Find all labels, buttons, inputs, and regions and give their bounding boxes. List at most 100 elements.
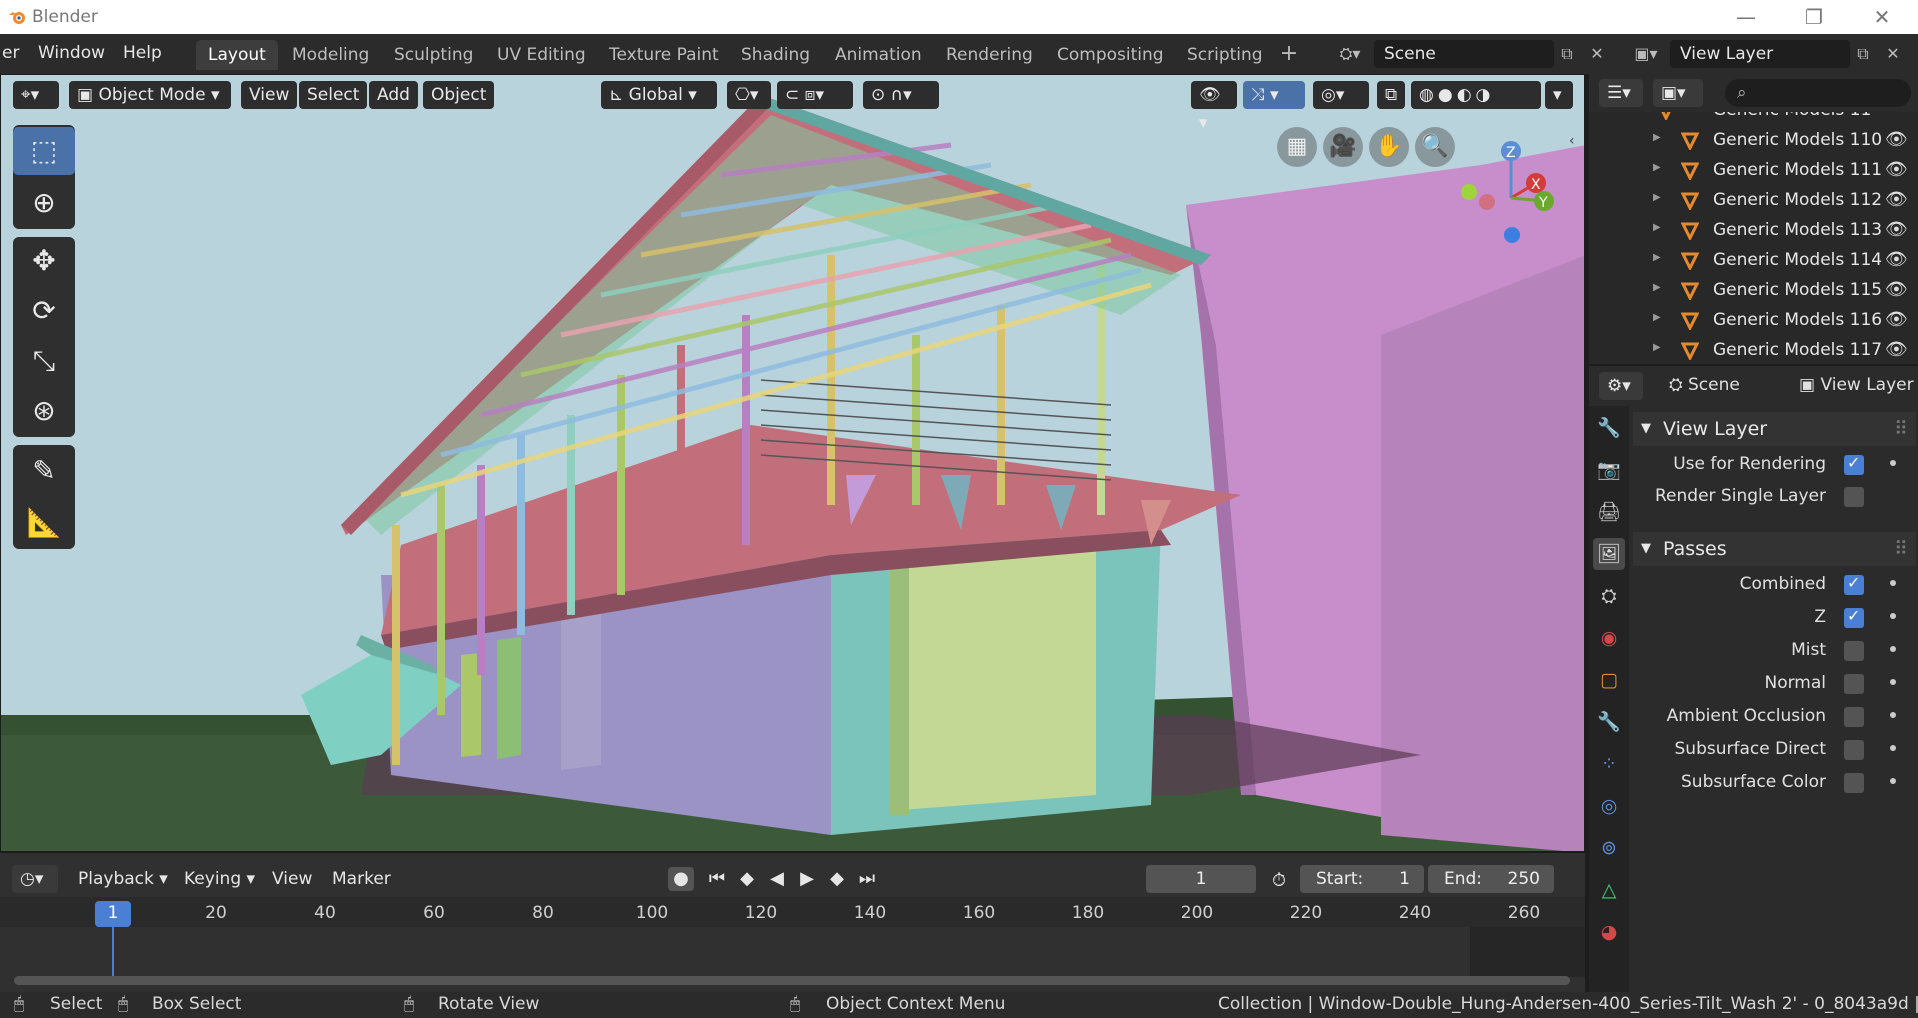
keyframe-dot-icon[interactable] xyxy=(1890,778,1896,784)
timeline-editor-type-icon[interactable]: ◷▾ xyxy=(12,865,58,893)
restore-icon[interactable]: ❐ xyxy=(1794,3,1834,31)
eye-icon[interactable]: 👁 xyxy=(1885,249,1908,270)
minimize-icon[interactable]: — xyxy=(1726,3,1766,31)
view-layer-breadcrumb[interactable]: ▣ View Layer xyxy=(1799,375,1914,395)
measure-icon[interactable]: 📐 xyxy=(13,499,75,547)
xray-icon[interactable]: ⧉ xyxy=(1377,81,1405,109)
outliner-editor-type-icon[interactable]: ☰▾ xyxy=(1599,79,1643,107)
copy-view-layer-icon[interactable]: ⧉ xyxy=(1850,40,1876,68)
tab-sculpting[interactable]: Sculpting xyxy=(382,40,485,70)
expand-arrow-icon[interactable]: ▶ xyxy=(1653,312,1661,323)
close-icon[interactable]: ✕ xyxy=(1862,3,1902,31)
object-menu[interactable]: Object xyxy=(423,81,495,109)
timeline-view-menu[interactable]: View xyxy=(272,869,312,889)
menu-window[interactable]: Window xyxy=(38,43,105,63)
pass-row[interactable]: Subsurface Direct xyxy=(1633,735,1916,765)
pass-row[interactable]: Z xyxy=(1633,603,1916,633)
material-shading-icon[interactable]: ◐ xyxy=(1457,85,1476,105)
pass-checkbox[interactable] xyxy=(1844,573,1864,595)
remove-view-layer-icon[interactable]: ✕ xyxy=(1880,40,1906,68)
scene-browse-icon[interactable]: ⛭▾ xyxy=(1330,40,1370,68)
select-menu[interactable]: Select xyxy=(299,81,368,109)
editor-type-icon[interactable]: ⌖▾ xyxy=(13,81,59,109)
expand-arrow-icon[interactable]: ▶ xyxy=(1653,132,1661,143)
list-item[interactable]: ▶ Generic Models 113 👁 xyxy=(1589,216,1918,246)
list-item[interactable]: ▶ Generic Models 115 👁 xyxy=(1589,276,1918,306)
object-tab-icon[interactable]: ▢ xyxy=(1593,664,1625,696)
gizmo-neg-x-icon[interactable] xyxy=(1479,194,1495,210)
shading-modes[interactable]: ◍●◐◑ xyxy=(1411,81,1541,109)
next-keyframe-icon[interactable]: ◆ xyxy=(824,867,850,891)
eye-icon[interactable]: 👁 xyxy=(1885,159,1908,180)
expand-arrow-icon[interactable]: ▶ xyxy=(1653,342,1661,353)
expand-arrow-icon[interactable]: ▶ xyxy=(1653,252,1661,263)
scale-icon[interactable]: ⤡ xyxy=(13,337,75,385)
overlays-icon[interactable]: ◎▾ xyxy=(1313,81,1369,109)
wireframe-shading-icon[interactable]: ◍ xyxy=(1419,85,1438,105)
pass-row[interactable]: Normal xyxy=(1633,669,1916,699)
pivot-point-icon[interactable]: ⎔▾ xyxy=(727,81,771,109)
passes-panel-header[interactable]: ▼ Passes ⠿ xyxy=(1633,532,1916,566)
pass-checkbox[interactable] xyxy=(1844,707,1864,727)
drag-handle-icon[interactable]: ⠿ xyxy=(1894,412,1908,446)
pass-checkbox[interactable] xyxy=(1844,773,1864,793)
record-icon[interactable]: ● xyxy=(668,867,694,891)
list-item[interactable]: ▶ Generic Models 117 👁 xyxy=(1589,336,1918,364)
gizmo-neg-z-icon[interactable] xyxy=(1504,227,1520,243)
expand-arrow-icon[interactable]: ▶ xyxy=(1653,282,1661,293)
list-item[interactable]: ▶ Generic Models 112 👁 xyxy=(1589,186,1918,216)
drag-handle-icon[interactable]: ⠿ xyxy=(1894,532,1908,566)
jump-start-icon[interactable]: ⏮ xyxy=(704,867,730,891)
tab-compositing[interactable]: Compositing xyxy=(1045,40,1176,70)
visibility-icon[interactable]: 👁▾ xyxy=(1191,81,1237,133)
list-item[interactable]: Generic Models 11 xyxy=(1589,112,1918,126)
keyframe-dot-icon[interactable] xyxy=(1890,613,1896,619)
view-layer-browse-icon[interactable]: ▣▾ xyxy=(1626,40,1666,68)
eye-icon[interactable]: 👁 xyxy=(1885,279,1908,300)
pass-row[interactable]: Mist xyxy=(1633,636,1916,666)
keyframe-dot-icon[interactable] xyxy=(1890,580,1896,586)
prev-keyframe-icon[interactable]: ◆ xyxy=(734,867,760,891)
tool-tab-icon[interactable]: 🔧 xyxy=(1593,412,1625,444)
pass-checkbox[interactable] xyxy=(1844,740,1864,760)
stopwatch-icon[interactable]: ⏱ xyxy=(1266,869,1292,893)
render-single-layer-checkbox[interactable] xyxy=(1844,487,1864,507)
expand-arrow-icon[interactable]: ▶ xyxy=(1653,222,1661,233)
jump-end-icon[interactable]: ⏭ xyxy=(854,867,880,891)
cursor-icon[interactable]: ⊕ xyxy=(13,179,75,227)
render-single-layer-row[interactable]: Render Single Layer xyxy=(1633,482,1916,512)
list-item[interactable]: ▶ Generic Models 114 👁 xyxy=(1589,246,1918,276)
properties-editor-type-icon[interactable]: ⚙▾ xyxy=(1599,372,1643,400)
eye-icon[interactable]: 👁 xyxy=(1885,309,1908,330)
rendered-shading-icon[interactable]: ◑ xyxy=(1476,85,1495,105)
data-tab-icon[interactable]: △ xyxy=(1593,874,1625,906)
scene-name-field[interactable]: Scene xyxy=(1374,40,1554,68)
tab-modeling[interactable]: Modeling xyxy=(280,40,381,70)
tab-rendering[interactable]: Rendering xyxy=(934,40,1045,70)
keying-menu[interactable]: Keying ▾ xyxy=(184,869,255,889)
list-item[interactable]: ▶ Generic Models 111 👁 xyxy=(1589,156,1918,186)
eye-icon[interactable]: 👁 xyxy=(1885,189,1908,210)
tab-shading[interactable]: Shading xyxy=(729,40,822,70)
navigation-gizmo[interactable]: Z X Y xyxy=(1441,123,1561,243)
add-workspace-icon[interactable]: + xyxy=(1276,40,1302,68)
keyframe-dot-icon[interactable] xyxy=(1890,460,1896,466)
tab-uv-editing[interactable]: UV Editing xyxy=(485,40,598,70)
playback-menu[interactable]: Playback ▾ xyxy=(78,869,168,889)
constraints-tab-icon[interactable]: ⊚ xyxy=(1593,832,1625,864)
copy-scene-icon[interactable]: ⧉ xyxy=(1554,40,1580,68)
move-icon[interactable]: ✥ xyxy=(13,237,75,285)
proportional-editing-icon[interactable]: ⊙ ∩▾ xyxy=(863,81,939,109)
transform-orientation-dropdown[interactable]: ⊾ Global ▾ xyxy=(601,81,717,109)
view-layer-name-field[interactable]: View Layer xyxy=(1670,40,1850,68)
current-frame-field[interactable]: 1 xyxy=(1146,865,1256,893)
keyframe-dot-icon[interactable] xyxy=(1890,712,1896,718)
gizmo-neg-y-icon[interactable] xyxy=(1461,184,1477,200)
add-menu[interactable]: Add xyxy=(369,81,418,109)
pass-checkbox[interactable] xyxy=(1844,606,1864,628)
sidebar-toggle-icon[interactable]: ‹ xyxy=(1569,133,1584,153)
tab-scripting[interactable]: Scripting xyxy=(1175,40,1275,70)
tab-layout[interactable]: Layout xyxy=(196,40,278,70)
view-layer-panel-header[interactable]: ▼ View Layer ⠿ xyxy=(1633,412,1916,446)
transform-icon[interactable]: ⊛ xyxy=(13,387,75,435)
